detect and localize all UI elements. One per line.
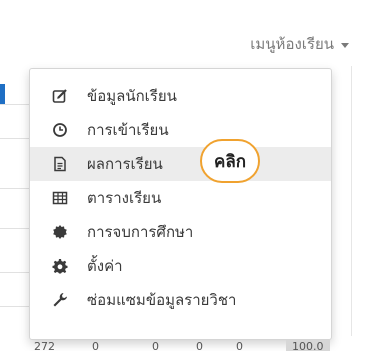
click-callout: คลิก — [200, 139, 260, 183]
menu-item-grades[interactable]: ผลการเรียน — [30, 147, 331, 181]
menu-item-attendance[interactable]: การเข้าเรียน — [30, 113, 331, 147]
callout-text: คลิก — [213, 151, 247, 172]
clock-icon — [52, 122, 68, 138]
menu-item-timetable[interactable]: ตารางเรียน — [30, 181, 331, 215]
menu-item-label: ผลการเรียน — [87, 155, 163, 173]
background-table-row: 272 0 0 0 0 100.0 — [0, 339, 369, 351]
menu-item-settings[interactable]: ตั้งค่า — [30, 249, 331, 283]
table-row-divider — [0, 104, 30, 105]
table-right-column — [351, 66, 369, 336]
table-cell: 0 — [92, 340, 99, 351]
table-cell: 0 — [152, 340, 159, 351]
table-row-divider — [0, 272, 30, 273]
table-icon — [52, 190, 68, 206]
table-cell: 0 — [236, 340, 243, 351]
classroom-menu-toggle[interactable]: เมนูห้องเรียน — [250, 32, 349, 56]
menu-item-label: ซ่อมแซมข้อมูลรายวิชา — [87, 291, 237, 309]
menu-item-label: การจบการศึกษา — [87, 223, 194, 241]
table-row-divider — [0, 228, 30, 229]
table-row-divider — [0, 188, 30, 189]
table-selected-marker — [0, 84, 5, 104]
badge-icon — [52, 224, 68, 240]
menu-item-student-info[interactable]: ข้อมูลนักเรียน — [30, 79, 331, 113]
menu-item-label: ข้อมูลนักเรียน — [87, 87, 177, 105]
menu-item-label: การเข้าเรียน — [87, 121, 169, 139]
table-row-divider — [0, 306, 30, 307]
menu-item-graduation[interactable]: การจบการศึกษา — [30, 215, 331, 249]
classroom-menu-label: เมนูห้องเรียน — [250, 35, 334, 53]
wrench-icon — [52, 292, 68, 308]
menu-item-repair-course-data[interactable]: ซ่อมแซมข้อมูลรายวิชา — [30, 283, 331, 317]
menu-item-label: ตารางเรียน — [87, 189, 162, 207]
table-row-divider — [0, 138, 30, 139]
document-icon — [52, 156, 68, 172]
table-cell: 272 — [34, 340, 55, 351]
edit-icon — [52, 88, 68, 104]
caret-down-icon — [341, 42, 349, 48]
classroom-dropdown-menu: ข้อมูลนักเรียน การเข้าเรียน ผลการเรียน ต… — [29, 68, 332, 340]
table-cell: 0 — [196, 340, 203, 351]
gear-icon — [52, 258, 68, 274]
table-cell: 100.0 — [286, 340, 330, 351]
menu-item-label: ตั้งค่า — [87, 257, 123, 275]
